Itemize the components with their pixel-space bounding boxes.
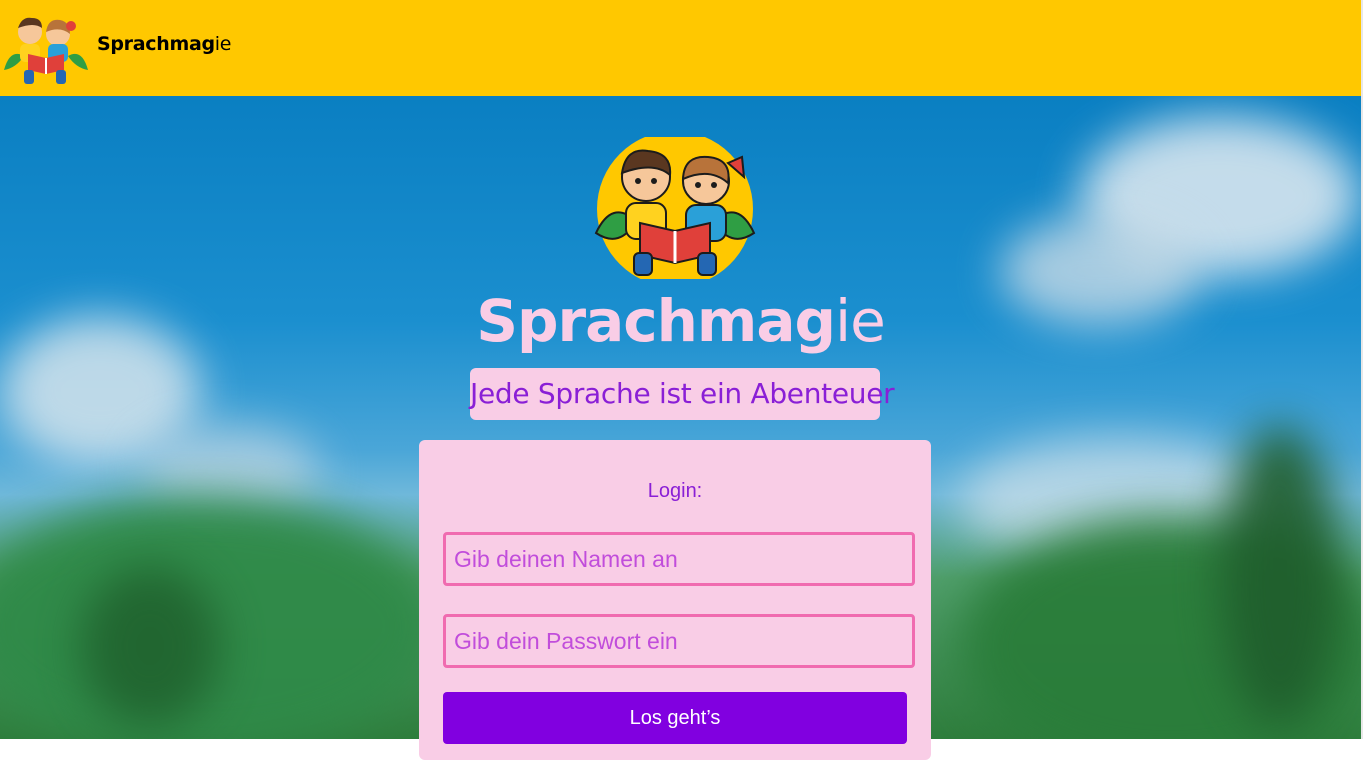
kids-reading-book-icon bbox=[594, 137, 756, 279]
header-brand[interactable]: Sprachmagie bbox=[97, 33, 231, 55]
header-brand-bold: Sprachmag bbox=[97, 33, 215, 55]
login-card: Login: Los geht’s bbox=[419, 440, 931, 760]
hero-title-bold: Sprachmag bbox=[476, 287, 836, 355]
hero-title-light: ie bbox=[834, 287, 886, 355]
login-title: Login: bbox=[647, 480, 703, 502]
tagline: Jede Sprache ist ein Abenteuer bbox=[470, 368, 895, 420]
login-submit-button[interactable]: Los geht’s bbox=[443, 692, 907, 744]
password-input[interactable] bbox=[443, 614, 915, 668]
name-input[interactable] bbox=[443, 532, 915, 586]
header-brand-light: ie bbox=[214, 33, 232, 55]
kids-reading-book-icon[interactable] bbox=[0, 8, 92, 88]
hero-title: Sprachmagie bbox=[0, 282, 1361, 360]
top-header: Sprachmagie bbox=[0, 0, 1361, 96]
